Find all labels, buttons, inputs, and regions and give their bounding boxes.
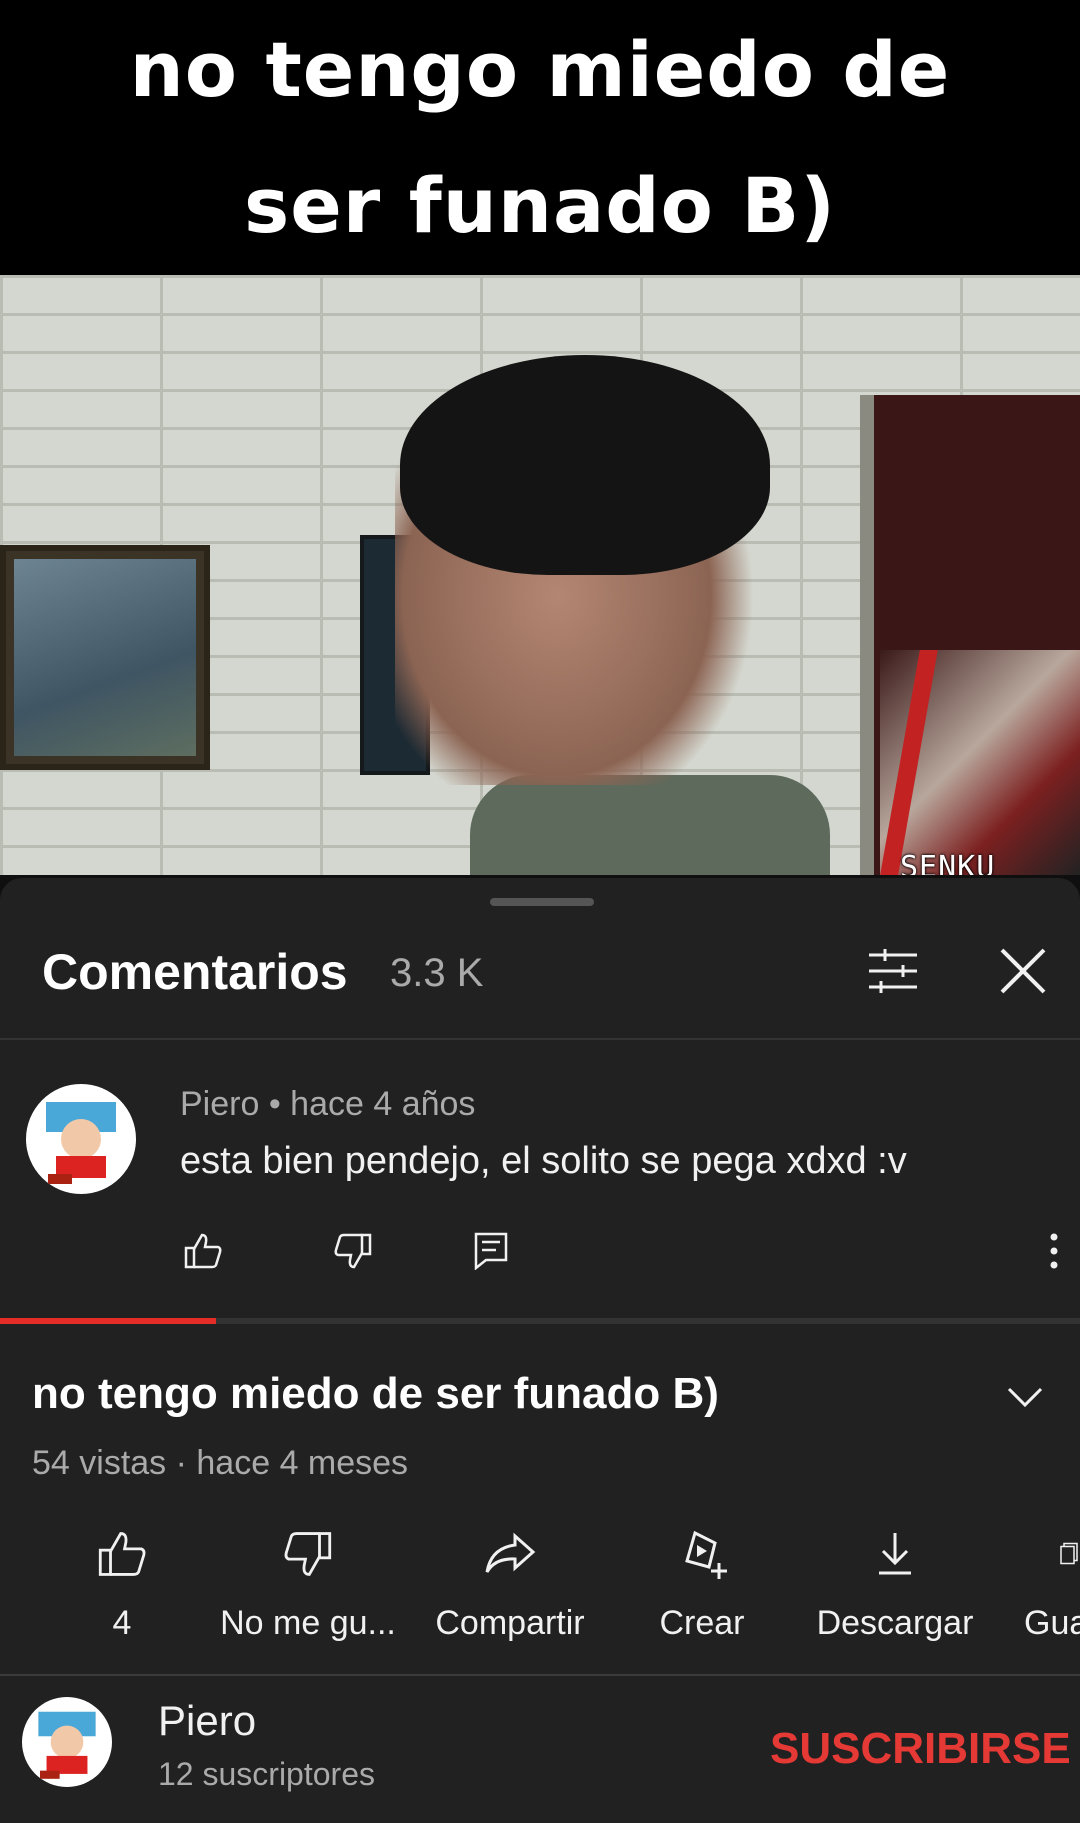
like-count: 4	[112, 1604, 132, 1642]
like-button[interactable]: 4	[22, 1524, 222, 1643]
video-info: no tengo miedo de ser funado B) 54 vista…	[0, 1324, 1080, 1823]
video-title[interactable]: no tengo miedo de ser funado B)	[32, 1369, 719, 1419]
share-icon	[480, 1524, 540, 1584]
video-caption: no tengo miedo de ser funado B)	[0, 0, 1080, 275]
caption-text: no tengo miedo de ser funado B)	[129, 24, 951, 250]
comment-like-icon[interactable]	[178, 1226, 228, 1276]
channel-name[interactable]: Piero	[158, 1697, 256, 1745]
download-button[interactable]: Descargar	[795, 1524, 995, 1643]
comments-title: Comentarios	[42, 944, 348, 1000]
comment-meta: Piero • hace 4 años	[180, 1085, 476, 1123]
divider	[0, 1038, 1080, 1040]
anime-overlay	[880, 650, 1080, 875]
comments-sheet: Comentarios 3.3 K Piero • hace 4 años es…	[0, 878, 1080, 1318]
save-icon	[1060, 1524, 1080, 1584]
share-button[interactable]: Compartir	[410, 1524, 610, 1643]
channel-avatar[interactable]	[22, 1697, 112, 1787]
create-button[interactable]: Crear	[602, 1524, 802, 1643]
save-button[interactable]: Gua	[978, 1524, 1080, 1643]
chevron-down-icon[interactable]	[1000, 1372, 1050, 1422]
create-label: Crear	[659, 1604, 745, 1642]
video-player[interactable]: SENKU SDLG	[0, 275, 1080, 875]
comments-count: 3.3 K	[390, 951, 484, 995]
action-bar: 4 No me gu... Compartir Crear Descargar …	[0, 1524, 1080, 1674]
divider	[0, 1674, 1080, 1676]
wall-painting	[0, 545, 210, 770]
close-icon[interactable]	[990, 938, 1056, 1004]
download-icon	[865, 1524, 925, 1584]
comment-dislike-icon[interactable]	[328, 1226, 378, 1276]
save-label: Gua	[1024, 1604, 1080, 1642]
avatar[interactable]	[26, 1084, 136, 1194]
thumbs-up-icon	[92, 1524, 152, 1584]
person-hair	[400, 355, 770, 575]
thumbs-down-icon	[278, 1524, 338, 1584]
filter-icon[interactable]	[862, 940, 924, 1002]
dislike-label: No me gu...	[220, 1604, 396, 1642]
dislike-button[interactable]: No me gu...	[208, 1524, 408, 1643]
share-label: Compartir	[435, 1604, 585, 1642]
subscriber-count: 12 suscriptores	[158, 1756, 375, 1792]
subscribe-button[interactable]: SUSCRIBIRSE	[770, 1724, 1071, 1774]
drag-handle[interactable]	[490, 898, 594, 906]
more-options-icon[interactable]	[1036, 1226, 1072, 1276]
comment-text: esta bien pendejo, el solito se pega xdx…	[180, 1140, 907, 1182]
person-shirt	[470, 775, 830, 875]
download-label: Descargar	[816, 1604, 974, 1642]
watermark: SENKU SDLG	[900, 850, 996, 875]
reply-icon[interactable]	[466, 1226, 516, 1276]
create-icon	[672, 1524, 732, 1584]
video-meta: 54 vistas · hace 4 meses	[32, 1444, 409, 1482]
